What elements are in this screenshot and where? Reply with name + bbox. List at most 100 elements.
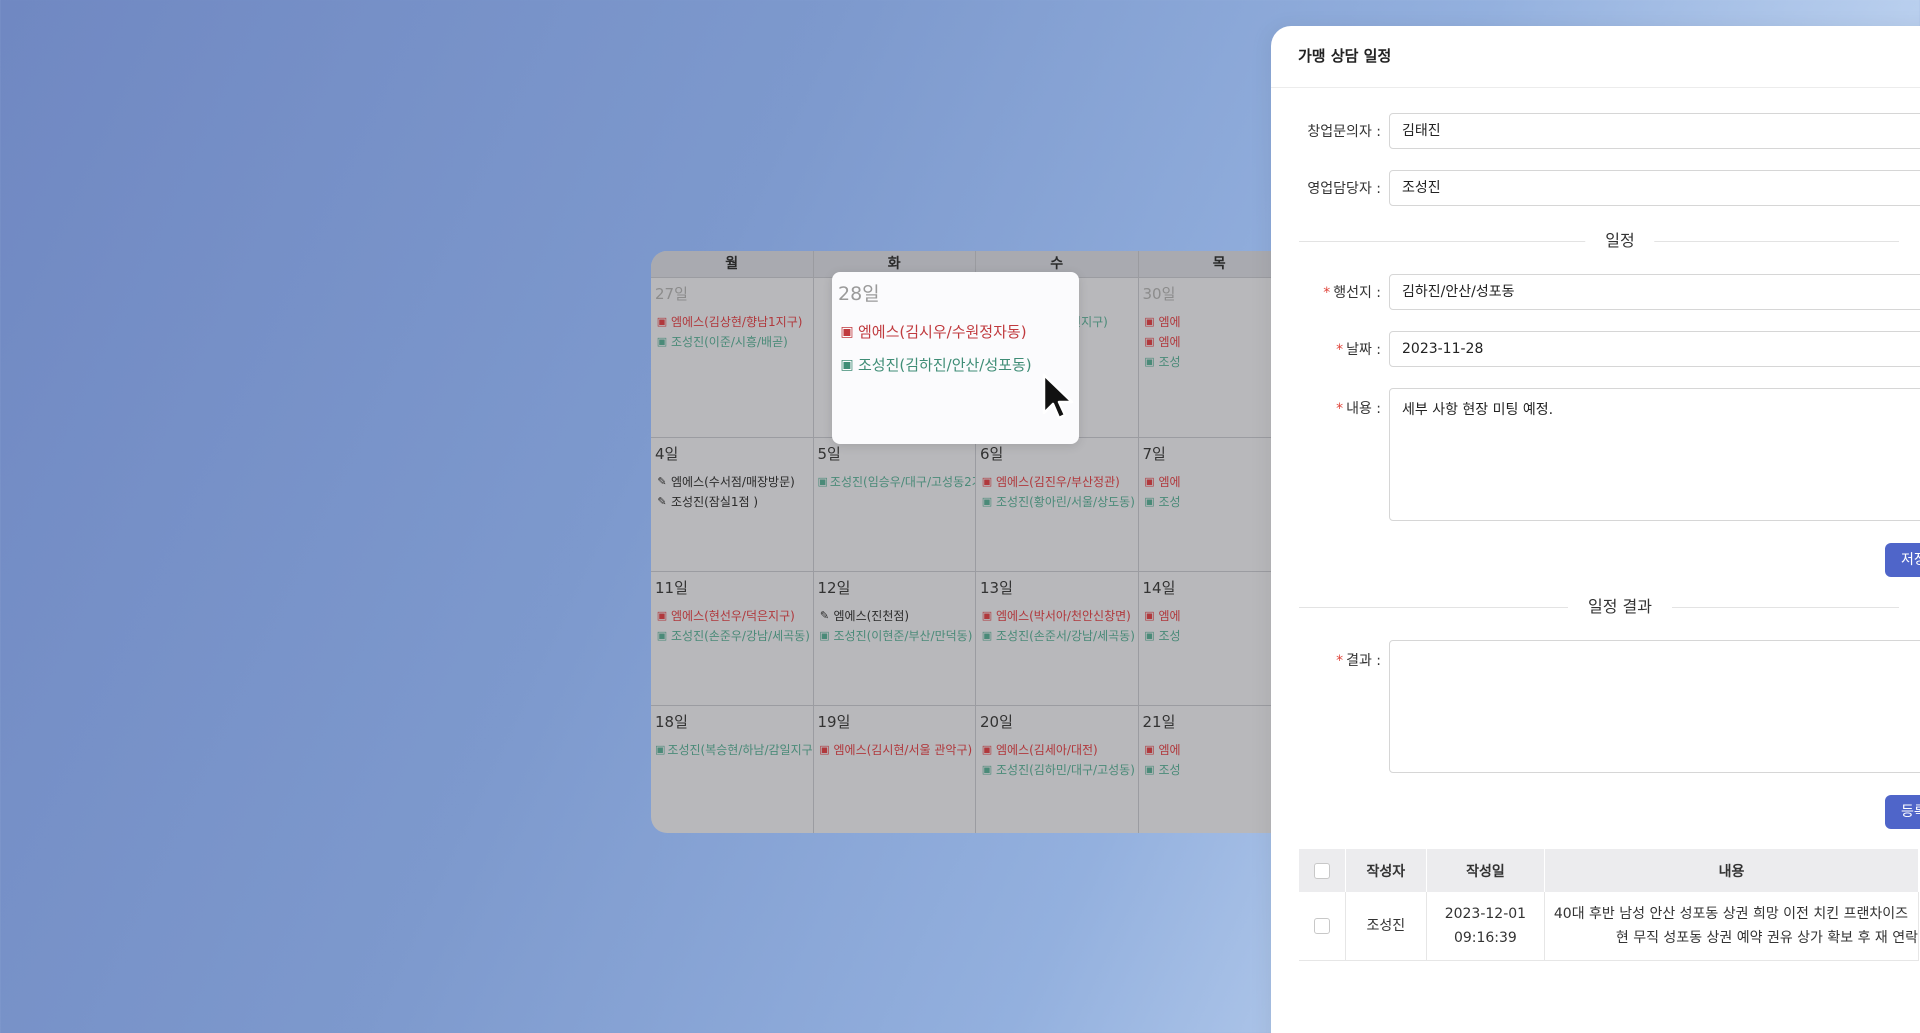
calendar-icon: ▣ <box>1144 629 1155 642</box>
event-label: 조성 <box>1158 629 1181 643</box>
calendar-event[interactable]: ✎ 조성진(잠실1점 ) <box>655 492 813 512</box>
event-label: 조성진(김하진/안산/성포동) <box>858 356 1032 374</box>
header-author: 작성자 <box>1345 849 1427 892</box>
edit-icon: ✎ <box>819 609 830 622</box>
calendar-event[interactable]: ▣ 조성진(김하민/대구/고성동) <box>980 760 1138 780</box>
inquirer-row: 창업문의자 : 김태진 <box>1271 113 1920 149</box>
calendar-icon: ▣ <box>1144 763 1155 776</box>
calendar-day-cell[interactable]: 11일 ▣ 엠에스(현선우/덕은지구) ▣ 조성진(손준우/강남/세곡동) <box>651 572 814 705</box>
event-label: 엠에스(현선우/덕은지구) <box>671 609 795 623</box>
calendar-day-cell[interactable]: 6일 ▣ 엠에스(김진우/부산정관) ▣ 조성진(황아린/서울/상도동) <box>976 438 1139 571</box>
calendar-day-cell[interactable]: 4일 ✎ 엠에스(수서점/매장방문) ✎ 조성진(잠실1점 ) <box>651 438 814 571</box>
sales-field[interactable]: 조성진 <box>1389 170 1920 206</box>
row-date: 2023-12-01 09:16:39 <box>1426 892 1545 961</box>
calendar-event[interactable]: ✎ 엠에스(수서점/매장방문) <box>655 472 813 492</box>
content-textarea[interactable]: 세부 사항 현장 미팅 예정. <box>1389 388 1920 521</box>
calendar-icon: ▣ <box>981 629 993 642</box>
destination-field[interactable]: 김하진/안산/성포동 <box>1389 274 1920 310</box>
calendar-event[interactable]: ▣ 엠에스(김진우/부산정관) <box>980 472 1138 492</box>
calendar-icon: ▣ <box>1144 475 1155 488</box>
calendar-event[interactable]: ▣ 조성진(손준서/강남/세곡동) <box>980 626 1138 646</box>
row-checkbox[interactable] <box>1313 917 1330 934</box>
event-label: 조성진(김하민/대구/고성동) <box>996 763 1135 777</box>
calendar-event[interactable]: ▣ 엠에스(김시우/수원정자동) <box>838 316 1073 349</box>
event-label: 조성 <box>1158 495 1181 509</box>
event-label: 조성 <box>1158 355 1181 369</box>
result-table: 작성자 작성일 내용 조성진 2023-12-01 09:16:39 40대 후… <box>1299 849 1920 961</box>
date-field[interactable]: 2023-11-28 <box>1389 331 1920 367</box>
panel-title: 가맹 상담 일정 <box>1271 26 1920 88</box>
calendar-icon: ▣ <box>1144 609 1155 622</box>
calendar-event[interactable]: ▣ 조성진(김하진/안산/성포동) <box>838 349 1073 382</box>
register-button[interactable]: 등록 <box>1885 795 1920 829</box>
edit-icon: ✎ <box>657 475 667 488</box>
result-row: * 결과 : <box>1271 640 1920 773</box>
day-number: 6일 <box>980 445 1004 463</box>
table-row[interactable]: 조성진 2023-12-01 09:16:39 40대 후반 남성 안산 성포동… <box>1299 892 1920 961</box>
sales-label: 영업담당자 : <box>1307 181 1381 197</box>
row-date-time: 09:16:39 <box>1453 929 1517 946</box>
calendar-event[interactable]: ▣ 엠에스(김세아/대전) <box>980 740 1138 760</box>
popup-day-number: 28일 <box>838 283 880 305</box>
day-number: 4일 <box>655 445 679 463</box>
row-author: 조성진 <box>1345 892 1427 961</box>
calendar-icon: ▣ <box>840 324 854 340</box>
row-content-line: 40대 후반 남성 안산 성포동 상권 희망 이전 치킨 프랜차이즈 <box>1553 905 1908 922</box>
row-content: 40대 후반 남성 안산 성포동 상권 희망 이전 치킨 프랜차이즈 현 무직 … <box>1544 892 1920 961</box>
table-header-row: 작성자 작성일 내용 <box>1299 849 1920 892</box>
event-label: 조성 <box>1158 763 1181 777</box>
calendar-event[interactable]: ▣ 엠에스(김상현/향남1지구) <box>655 312 813 332</box>
required-mark: * <box>1336 653 1344 669</box>
required-mark: * <box>1323 285 1331 301</box>
destination-label: 행선지 : <box>1333 285 1381 301</box>
inquirer-field[interactable]: 김태진 <box>1389 113 1920 149</box>
day-number: 19일 <box>817 713 851 731</box>
calendar-event[interactable]: ▣ 엠에스(김시현/서울 관악구) <box>818 740 976 760</box>
result-label: 결과 : <box>1346 653 1381 669</box>
schedule-divider: 일정 <box>1299 231 1899 251</box>
event-label: 조성진(잠실1점 ) <box>671 495 759 509</box>
header-content: 내용 <box>1544 849 1920 892</box>
event-label: 엠에스(수서점/매장방문) <box>671 475 795 489</box>
calendar-event[interactable]: ▣ 엠에스(현선우/덕은지구) <box>655 606 813 626</box>
date-row: * 날짜 : 2023-11-28 <box>1271 331 1920 367</box>
event-label: 조성진(임승우/대구/고성동2가) <box>829 475 975 489</box>
event-label: 엠에 <box>1158 743 1181 757</box>
calendar-event[interactable]: ▣ 조성진(이현준/부산/만덕동) <box>818 626 976 646</box>
destination-row: * 행선지 : 김하진/안산/성포동 <box>1271 274 1920 310</box>
calendar-day-cell[interactable]: 20일 ▣ 엠에스(김세아/대전) ▣ 조성진(김하민/대구/고성동) <box>976 706 1139 833</box>
calendar-icon: ▣ <box>656 335 668 348</box>
event-label: 엠에 <box>1158 315 1181 329</box>
calendar-event[interactable]: ▣ 조성진(임승우/대구/고성동2가) <box>818 472 976 492</box>
calendar-icon: ▣ <box>656 609 668 622</box>
calendar-event[interactable]: ▣ 조성진(복승현/하남/감일지구) <box>655 740 813 760</box>
calendar-day-cell[interactable]: 18일 ▣ 조성진(복승현/하남/감일지구) <box>651 706 814 833</box>
calendar-icon: ▣ <box>840 357 854 373</box>
event-label: 조성진(복승현/하남/감일지구) <box>667 743 813 757</box>
inquirer-label: 창업문의자 : <box>1307 124 1381 140</box>
calendar-icon: ▣ <box>819 743 830 756</box>
calendar-event[interactable]: ▣ 조성진(이준/시흥/배곧) <box>655 332 813 352</box>
save-button[interactable]: 저장 <box>1885 543 1920 577</box>
calendar-icon: ▣ <box>819 629 830 642</box>
event-label: 조성진(손준우/강남/세곡동) <box>671 629 810 643</box>
event-label: 엠에스(김상현/향남1지구) <box>671 315 803 329</box>
calendar-day-cell[interactable]: 12일 ✎ 엠에스(진천점) ▣ 조성진(이현준/부산/만덕동) <box>814 572 976 705</box>
event-label: 엠에스(김시현/서울 관악구) <box>833 743 973 757</box>
select-all-checkbox[interactable] <box>1313 862 1330 879</box>
result-textarea[interactable] <box>1389 640 1920 773</box>
calendar-day-cell[interactable]: 5일 ▣ 조성진(임승우/대구/고성동2가) <box>814 438 976 571</box>
calendar-day-cell[interactable]: 27일 ▣ 엠에스(김상현/향남1지구) ▣ 조성진(이준/시흥/배곧) <box>651 278 814 437</box>
calendar-event[interactable]: ▣ 조성진(손준우/강남/세곡동) <box>655 626 813 646</box>
calendar-icon: ▣ <box>981 743 993 756</box>
calendar-day-cell[interactable]: 13일 ▣ 엠에스(박서아/천안신창면) ▣ 조성진(손준서/강남/세곡동) <box>976 572 1139 705</box>
row-content-line: 현 무직 성포동 상권 예약 권유 상가 확보 후 재 연락 <box>1615 929 1918 946</box>
result-divider: 일정 결과 <box>1299 597 1899 617</box>
calendar-icon: ▣ <box>817 475 828 488</box>
calendar-event[interactable]: ✎ 엠에스(진천점) <box>818 606 976 626</box>
calendar-event[interactable]: ▣ 조성진(황아린/서울/상도동) <box>980 492 1138 512</box>
edit-icon: ✎ <box>657 495 667 508</box>
day-number: 18일 <box>655 713 688 731</box>
calendar-event[interactable]: ▣ 엠에스(박서아/천안신창면) <box>980 606 1138 626</box>
calendar-day-cell[interactable]: 19일 ▣ 엠에스(김시현/서울 관악구) <box>814 706 976 833</box>
